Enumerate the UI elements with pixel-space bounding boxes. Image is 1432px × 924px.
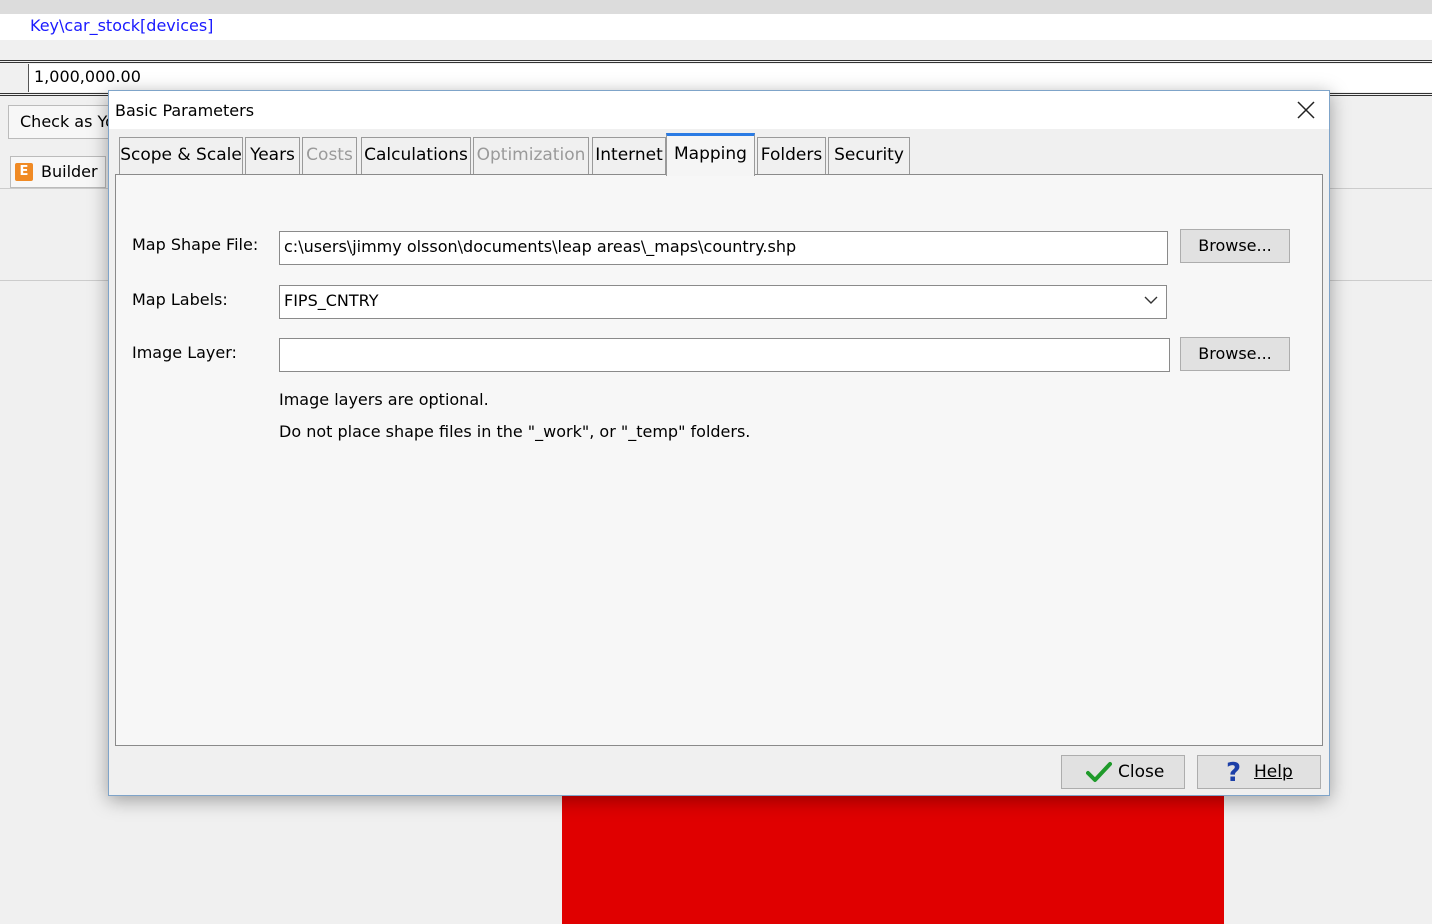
tab-years[interactable]: Years [245, 137, 300, 174]
tab-optimization: Optimization [473, 137, 589, 174]
image-layer-input[interactable] [279, 338, 1170, 372]
tab-calculations[interactable]: Calculations [361, 137, 471, 174]
key-bar [0, 14, 1432, 40]
chevron-down-icon [1144, 296, 1158, 304]
tab-security[interactable]: Security [828, 137, 910, 174]
close-icon[interactable] [1283, 91, 1329, 129]
shape-file-label: Map Shape File: [132, 235, 259, 254]
question-icon: ? [1226, 758, 1242, 788]
basic-parameters-dialog: Basic Parameters Scope & Scale Years Cos… [108, 90, 1330, 796]
tab-mapping[interactable]: Mapping [666, 133, 755, 176]
tab-builder-label: Builder [41, 162, 98, 181]
note-optional: Image layers are optional. [279, 390, 489, 409]
help-button[interactable]: ? Help [1197, 755, 1321, 789]
dialog-titlebar: Basic Parameters [109, 91, 1329, 129]
key-path-text: Key\car_stock[devices] [30, 16, 214, 35]
map-labels-label: Map Labels: [132, 290, 228, 309]
tab-costs: Costs [302, 137, 357, 174]
tab-scope-scale[interactable]: Scope & Scale [119, 137, 243, 174]
tab-folders[interactable]: Folders [757, 137, 826, 174]
check-button-label: Check as Yo [20, 112, 115, 131]
close-button[interactable]: Close [1061, 755, 1185, 789]
browse-shape-file-button[interactable]: Browse... [1180, 229, 1290, 263]
map-red-area [562, 796, 1224, 924]
image-layer-label: Image Layer: [132, 343, 237, 362]
value-field-text: 1,000,000.00 [34, 67, 141, 86]
dialog-title: Basic Parameters [115, 101, 255, 120]
shape-file-input[interactable]: c:\users\jimmy olsson\documents\leap are… [279, 231, 1168, 265]
close-button-label: Close [1118, 762, 1165, 782]
value-field[interactable] [28, 64, 1432, 92]
map-labels-select[interactable]: FIPS_CNTRY [279, 285, 1167, 319]
help-button-label: Help [1254, 762, 1293, 782]
map-labels-value: FIPS_CNTRY [284, 291, 379, 310]
checkmark-icon [1086, 761, 1112, 788]
tab-internet[interactable]: Internet [592, 137, 666, 174]
note-shape-folders: Do not place shape files in the "_work",… [279, 422, 751, 441]
browse-image-layer-button[interactable]: Browse... [1180, 337, 1290, 371]
builder-icon: E [15, 163, 33, 181]
top-strip [0, 0, 1432, 14]
mapping-panel: Map Shape File: c:\users\jimmy olsson\do… [115, 174, 1323, 746]
tab-builder[interactable]: E Builder [10, 156, 106, 188]
